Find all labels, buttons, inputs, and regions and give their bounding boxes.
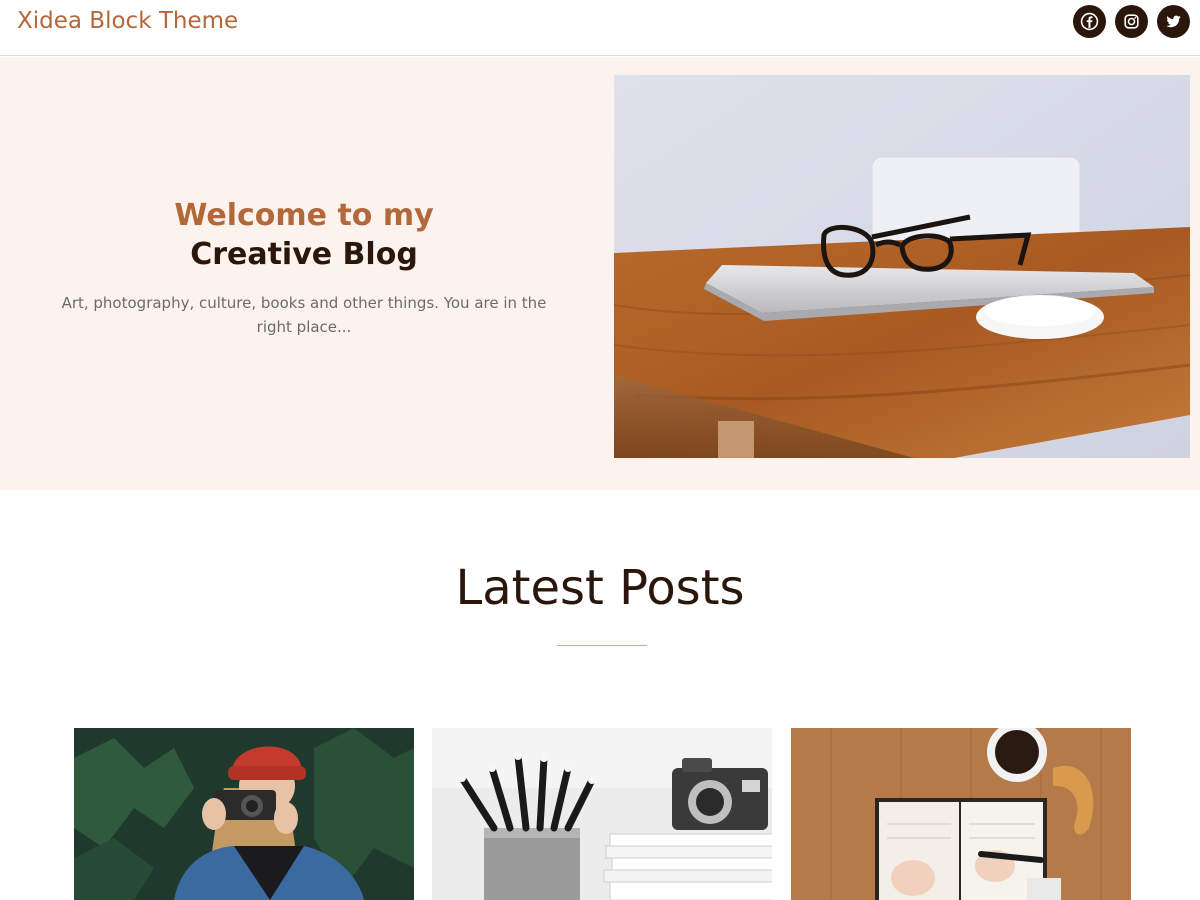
hero-section: Welcome to my Creative Blog Art, photogr… <box>0 57 1200 490</box>
hero-text-block: Welcome to my Creative Blog Art, photogr… <box>40 197 568 339</box>
facebook-icon <box>1080 12 1099 31</box>
hero-heading-line2: Creative Blog <box>190 237 418 272</box>
latest-posts-heading: Latest Posts <box>455 560 745 616</box>
heading-divider <box>557 645 647 646</box>
post-image-pencils-camera <box>432 728 772 900</box>
post-image-camera-woman <box>74 728 414 900</box>
site-title-link[interactable]: Xidea Block Theme <box>17 8 238 34</box>
hero-heading-line1: Welcome to my <box>174 198 434 233</box>
instagram-icon <box>1124 14 1139 29</box>
instagram-link[interactable] <box>1115 5 1148 38</box>
site-header: Xidea Block Theme <box>0 0 1200 56</box>
hero-image <box>614 75 1190 458</box>
facebook-link[interactable] <box>1073 5 1106 38</box>
twitter-link[interactable] <box>1157 5 1190 38</box>
hero-description: Art, photography, culture, books and oth… <box>61 294 547 336</box>
post-card-3[interactable] <box>791 728 1131 900</box>
twitter-icon <box>1166 15 1181 28</box>
social-links <box>1073 5 1190 38</box>
post-image-notebook-coffee <box>791 728 1131 900</box>
post-card-1[interactable] <box>74 728 414 900</box>
post-card-2[interactable] <box>432 728 772 900</box>
